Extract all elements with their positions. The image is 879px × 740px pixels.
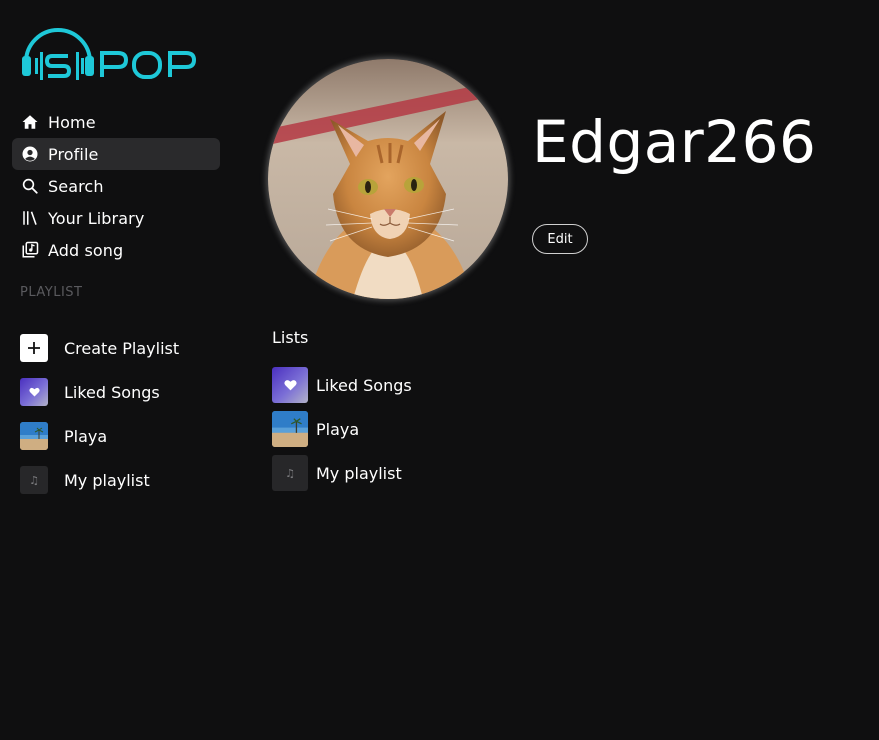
main-nav: Home Profile Search Your Library Add son… <box>12 106 220 266</box>
sidebar-playlist-list: Create Playlist Liked Songs Playa ♫ My p… <box>20 326 230 502</box>
playlist-label: Playa <box>64 426 108 446</box>
cat-photo-icon <box>268 59 508 299</box>
library-icon <box>20 208 40 228</box>
list-item-label: Liked Songs <box>316 375 412 395</box>
list-item-my-playlist[interactable]: ♫ My playlist <box>272 451 572 495</box>
list-item-liked-songs[interactable]: Liked Songs <box>272 363 572 407</box>
list-item-label: Playa <box>316 419 360 439</box>
plus-icon <box>20 334 48 362</box>
nav-item-search[interactable]: Search <box>12 170 220 202</box>
beach-thumbnail <box>272 411 308 447</box>
nav-item-label: Home <box>48 112 96 132</box>
nav-item-label: Add song <box>48 240 124 260</box>
nav-item-add-song[interactable]: Add song <box>12 234 220 266</box>
sidebar-item-liked-songs[interactable]: Liked Songs <box>20 370 230 414</box>
playlist-label: Create Playlist <box>64 338 180 358</box>
profile-avatar <box>268 59 508 299</box>
lists-title: Lists <box>272 328 309 347</box>
playlist-label: Liked Songs <box>64 382 160 402</box>
logo-headphones-icon <box>22 28 197 80</box>
music-note-icon: ♫ <box>20 466 48 494</box>
beach-thumbnail <box>20 422 48 450</box>
music-note-icon: ♫ <box>272 455 308 491</box>
heart-icon <box>20 378 48 406</box>
add-song-icon <box>20 240 40 260</box>
nav-item-home[interactable]: Home <box>12 106 220 138</box>
user-circle-icon <box>20 144 40 164</box>
list-item-label: My playlist <box>316 463 402 483</box>
sidebar: Home Profile Search Your Library Add son… <box>0 0 232 740</box>
profile-lists: Liked Songs Playa ♫ My playlist <box>272 363 572 495</box>
create-playlist-button[interactable]: Create Playlist <box>20 326 230 370</box>
edit-profile-button[interactable]: Edit <box>532 224 588 254</box>
nav-item-profile[interactable]: Profile <box>12 138 220 170</box>
search-icon <box>20 176 40 196</box>
sidebar-item-my-playlist[interactable]: ♫ My playlist <box>20 458 230 502</box>
playlist-label: My playlist <box>64 470 150 490</box>
list-item-playa[interactable]: Playa <box>272 407 572 451</box>
sidebar-item-playa[interactable]: Playa <box>20 414 230 458</box>
heart-icon <box>272 367 308 403</box>
nav-item-label: Profile <box>48 144 99 164</box>
nav-item-library[interactable]: Your Library <box>12 202 220 234</box>
profile-username: Edgar266 <box>532 108 817 176</box>
nav-item-label: Your Library <box>48 208 145 228</box>
playlist-section-label: PLAYLIST <box>20 285 83 300</box>
spop-logo[interactable] <box>20 16 210 86</box>
nav-item-label: Search <box>48 176 104 196</box>
home-icon <box>20 112 40 132</box>
